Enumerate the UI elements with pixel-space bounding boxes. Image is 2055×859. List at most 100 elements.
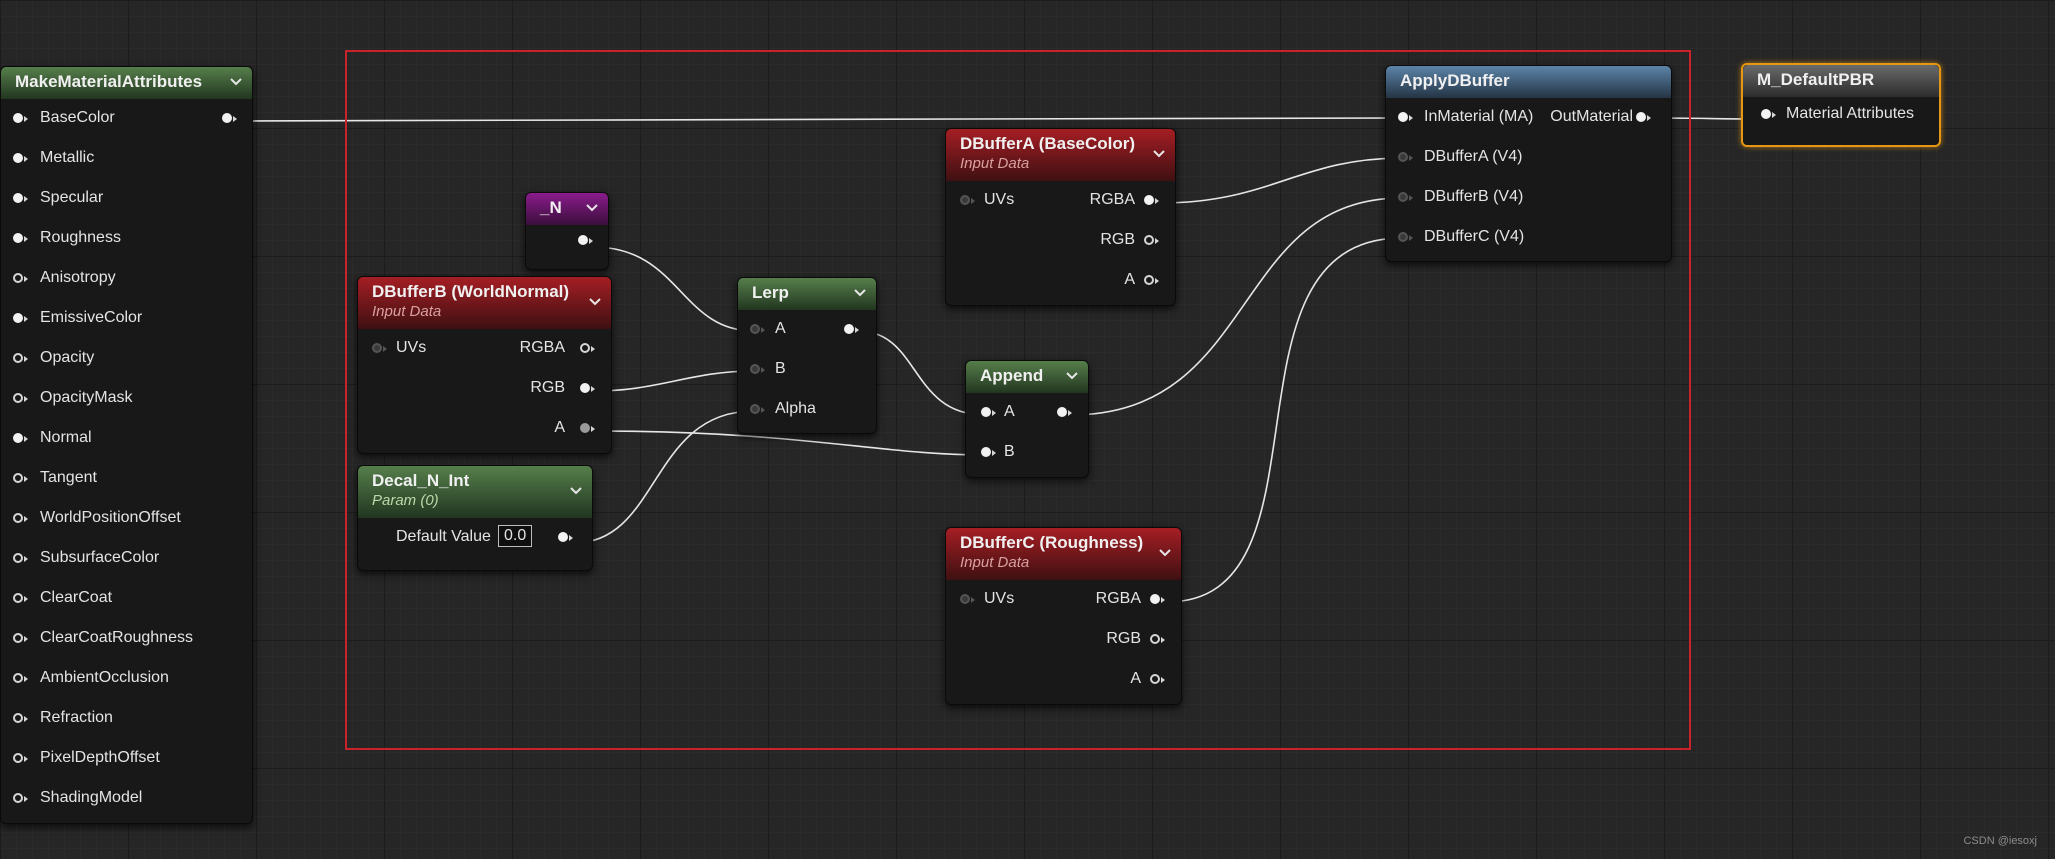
pin-row-metallic[interactable]: Metallic — [1, 139, 252, 179]
pin-row-default-value[interactable]: Default Value 0.0 — [358, 518, 592, 558]
pin-row-a[interactable]: A — [946, 261, 1175, 301]
node-header[interactable]: Append — [966, 361, 1088, 393]
pin-row-opacity[interactable]: Opacity — [1, 339, 252, 379]
node-header[interactable]: DBufferC (Roughness) Input Data — [946, 528, 1181, 580]
pin-row-clearcoatroughness[interactable]: ClearCoatRoughness — [1, 619, 252, 659]
chevron-down-icon[interactable] — [585, 201, 599, 215]
input-pin[interactable] — [960, 195, 975, 205]
pin-row-pixeldepthoffset[interactable]: PixelDepthOffset — [1, 739, 252, 779]
node-header[interactable]: Lerp — [738, 278, 876, 310]
input-pin[interactable] — [13, 153, 28, 163]
pin-row-rgb[interactable]: RGB — [946, 620, 1181, 660]
pin-row-emissivecolor[interactable]: EmissiveColor — [1, 299, 252, 339]
pin-row-shadingmodel[interactable]: ShadingModel — [1, 779, 252, 819]
input-pin[interactable] — [13, 713, 28, 723]
input-pin[interactable] — [981, 447, 996, 457]
node-header[interactable]: M_DefaultPBR — [1743, 65, 1939, 97]
chevron-down-icon[interactable] — [1152, 147, 1166, 161]
output-pin[interactable] — [222, 113, 237, 123]
input-pin[interactable] — [13, 313, 28, 323]
node-header[interactable]: DBufferA (BaseColor) Input Data — [946, 129, 1175, 181]
input-pin[interactable] — [13, 633, 28, 643]
chevron-down-icon[interactable] — [1065, 369, 1079, 383]
pin-row-inmaterial[interactable]: InMaterial (MA) OutMaterial — [1386, 98, 1671, 138]
node-apply-dbuffer[interactable]: ApplyDBuffer InMaterial (MA) OutMaterial… — [1385, 65, 1672, 262]
input-pin[interactable] — [13, 513, 28, 523]
output-pin[interactable] — [1144, 195, 1159, 205]
output-pin[interactable] — [1144, 235, 1159, 245]
pin-row-tangent[interactable]: Tangent — [1, 459, 252, 499]
input-pin[interactable] — [13, 273, 28, 283]
input-pin[interactable] — [981, 407, 996, 417]
input-pin[interactable] — [13, 353, 28, 363]
node-header[interactable]: MakeMaterialAttributes — [1, 67, 252, 99]
node-dbuffer-a[interactable]: DBufferA (BaseColor) Input Data UVs RGBA… — [945, 128, 1176, 306]
pin-row-material-attributes[interactable]: Material Attributes — [1743, 97, 1939, 137]
input-pin[interactable] — [13, 753, 28, 763]
output-pin[interactable] — [580, 343, 595, 353]
input-pin[interactable] — [1761, 109, 1776, 119]
input-pin[interactable] — [13, 433, 28, 443]
pin-row-refraction[interactable]: Refraction — [1, 699, 252, 739]
pin-row-normal[interactable]: Normal — [1, 419, 252, 459]
output-pin[interactable] — [580, 383, 595, 393]
input-pin[interactable] — [960, 594, 975, 604]
output-pin[interactable] — [844, 324, 859, 334]
output-pin[interactable] — [1636, 112, 1651, 122]
output-pin[interactable] — [1150, 634, 1165, 644]
pin-row-a[interactable]: A — [946, 660, 1181, 700]
pin-row-uvs[interactable]: UVs RGBA — [946, 181, 1175, 221]
input-pin[interactable] — [750, 404, 765, 414]
output-pin[interactable] — [1150, 594, 1165, 604]
pin-row-alpha[interactable]: Alpha — [738, 390, 876, 430]
pin-row-output[interactable] — [526, 225, 608, 265]
node-header[interactable]: Decal_N_Int Param (0) — [358, 466, 592, 518]
input-pin[interactable] — [13, 473, 28, 483]
pin-row-uvs[interactable]: UVs RGBA — [946, 580, 1181, 620]
pin-row-roughness[interactable]: Roughness — [1, 219, 252, 259]
pin-row-specular[interactable]: Specular — [1, 179, 252, 219]
input-pin[interactable] — [750, 364, 765, 374]
input-pin[interactable] — [13, 673, 28, 683]
output-pin[interactable] — [1150, 674, 1165, 684]
input-pin[interactable] — [13, 233, 28, 243]
pin-row-rgb[interactable]: RGB — [946, 221, 1175, 261]
node-header[interactable]: ApplyDBuffer — [1386, 66, 1671, 98]
pin-row-dbufferc[interactable]: DBufferC (V4) — [1386, 218, 1671, 258]
node-append[interactable]: Append A B — [965, 360, 1089, 478]
pin-row-b[interactable]: B — [966, 433, 1088, 473]
output-pin[interactable] — [558, 532, 573, 542]
input-pin[interactable] — [372, 343, 387, 353]
node-header[interactable]: DBufferB (WorldNormal) Input Data — [358, 277, 611, 329]
pin-row-uvs[interactable]: UVs RGBA — [358, 329, 611, 369]
node-lerp[interactable]: Lerp A B Alpha — [737, 277, 877, 434]
node-decal-n-int[interactable]: Decal_N_Int Param (0) Default Value 0.0 — [357, 465, 593, 571]
node-make-material-attributes[interactable]: MakeMaterialAttributes BaseColor Metalli… — [0, 66, 253, 824]
input-pin[interactable] — [13, 553, 28, 563]
node-header[interactable]: _N — [526, 193, 608, 225]
input-pin[interactable] — [13, 593, 28, 603]
chevron-down-icon[interactable] — [569, 484, 583, 498]
chevron-down-icon[interactable] — [853, 286, 867, 300]
node-n-param[interactable]: _N — [525, 192, 609, 270]
pin-row-a[interactable]: A — [738, 310, 876, 350]
input-pin[interactable] — [13, 193, 28, 203]
default-value-field[interactable]: 0.0 — [498, 525, 533, 547]
pin-row-clearcoat[interactable]: ClearCoat — [1, 579, 252, 619]
pin-row-subsurfacecolor[interactable]: SubsurfaceColor — [1, 539, 252, 579]
pin-row-basecolor[interactable]: BaseColor — [1, 99, 252, 139]
chevron-down-icon[interactable] — [229, 75, 243, 89]
node-result-m-defaultpbr[interactable]: M_DefaultPBR Material Attributes — [1741, 63, 1941, 147]
pin-row-a[interactable]: A — [358, 409, 611, 449]
output-pin[interactable] — [1144, 275, 1159, 285]
input-pin[interactable] — [13, 393, 28, 403]
output-pin[interactable] — [1057, 407, 1072, 417]
input-pin[interactable] — [1398, 192, 1413, 202]
pin-row-dbuffera[interactable]: DBufferA (V4) — [1386, 138, 1671, 178]
chevron-down-icon[interactable] — [1158, 546, 1172, 560]
pin-row-a[interactable]: A — [966, 393, 1088, 433]
chevron-down-icon[interactable] — [588, 295, 602, 309]
input-pin[interactable] — [750, 324, 765, 334]
input-pin[interactable] — [1398, 112, 1413, 122]
pin-row-worldpositionoffset[interactable]: WorldPositionOffset — [1, 499, 252, 539]
